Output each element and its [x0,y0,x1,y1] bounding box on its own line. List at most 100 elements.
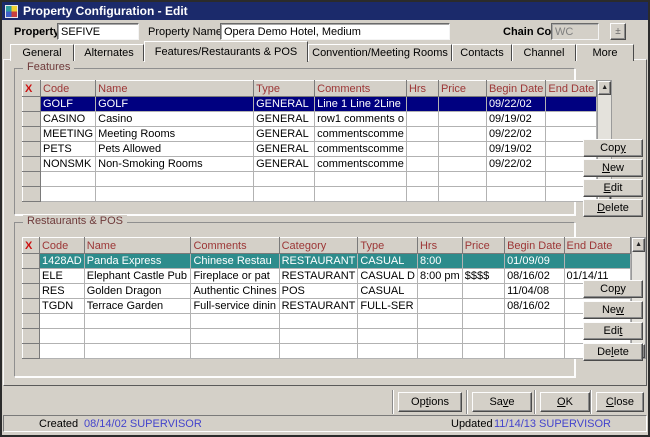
features-copy-button[interactable]: Copy [583,139,643,157]
cell: commentscomme [315,142,407,157]
cell [406,97,438,112]
divider [466,390,468,414]
tab-more[interactable]: More [576,44,634,61]
cell: RES [39,284,84,299]
divider [534,390,536,414]
scroll-up-button[interactable]: ▲ [598,81,611,95]
options-button[interactable]: Options [398,392,462,412]
tab-features-restaurants-pos[interactable]: Features/Restaurants & POS [144,41,308,62]
property-field[interactable] [57,23,139,40]
title-bar: Property Configuration - Edit [2,2,648,20]
features-delete-button[interactable]: Delete [583,199,643,217]
tab-alternates[interactable]: Alternates [74,44,144,61]
cell: row1 comments o [315,112,407,127]
restaurants-delete-button[interactable]: Delete [583,343,643,361]
table-row[interactable]: PETS Pets Allowed GENERAL commentscomme … [23,142,597,157]
column-header-x: X [23,81,41,97]
cell: TGDN [39,299,84,314]
features-header-row: X Code Name Type Comments Hrs Price Begi… [23,81,597,97]
cell [462,254,504,269]
column-header-hrs: Hrs [406,81,438,97]
cell [406,157,438,172]
tab-channel[interactable]: Channel [512,44,576,61]
table-row [23,172,597,187]
features-legend: Features [23,61,74,73]
cell: GENERAL [254,112,315,127]
property-name-field[interactable] [220,23,450,40]
cell [23,284,40,299]
cell [438,127,486,142]
column-header-code: Code [41,81,96,97]
cell: 1428AD [39,254,84,269]
cell [462,284,504,299]
cell: Fireplace or pat [191,269,279,284]
table-row[interactable]: GOLF GOLF GENERAL Line 1 Line 2Line 09/2… [23,97,597,112]
cell [23,112,41,127]
cell: 09/22/02 [486,127,545,142]
column-header-name: Name [96,81,254,97]
column-header-comments: Comments [191,238,279,254]
scroll-up-button[interactable]: ▲ [632,238,645,252]
tab-contacts[interactable]: Contacts [452,44,512,61]
cell [406,127,438,142]
table-row[interactable]: ELE Elephant Castle Pub Fireplace or pat… [23,269,631,284]
cell: 08/16/02 [505,299,564,314]
restaurants-grid: X Code Name Comments Category Type Hrs P… [22,237,646,359]
cell: CASUAL [358,254,418,269]
column-header-end-date: End Date [546,81,597,97]
cell: RESTAURANT [279,254,358,269]
tab-convention-meeting-rooms[interactable]: Convention/Meeting Rooms [308,44,452,61]
restaurants-copy-button[interactable]: Copy [583,280,643,298]
table-row[interactable]: MEETING Meeting Rooms GENERAL commentsco… [23,127,597,142]
tab-strip: General Alternates Features/Restaurants … [10,41,634,61]
cell: CASINO [41,112,96,127]
arrow-up-icon: ▲ [601,84,608,91]
app-icon [5,5,18,18]
column-header-x: X [23,238,40,254]
cell [564,254,631,269]
table-row[interactable]: CASINO Casino GENERAL row1 comments o 09… [23,112,597,127]
restaurants-table: X Code Name Comments Category Type Hrs P… [22,237,631,359]
table-row[interactable]: 1428AD Panda Express Chinese Restau REST… [23,254,631,269]
ok-button[interactable]: OK [540,392,590,412]
window-title: Property Configuration - Edit [23,4,188,18]
column-header-type: Type [254,81,315,97]
cell: GENERAL [254,142,315,157]
cell: Terrace Garden [84,299,191,314]
cell [23,142,41,157]
restaurants-scrollbar[interactable]: ▲ ▼ [631,237,646,359]
cell [23,172,41,187]
tab-general[interactable]: General [10,44,74,61]
restaurants-new-button[interactable]: New [583,301,643,319]
cell [23,187,41,202]
chain-code-field[interactable] [551,23,599,40]
features-edit-button[interactable]: Edit [583,179,643,197]
cell [23,314,40,329]
table-row [23,344,631,359]
table-row[interactable]: TGDN Terrace Garden Full-service dinin R… [23,299,631,314]
updated-label: Updated [451,417,493,431]
created-label: Created [39,417,78,431]
cell: FULL-SER [358,299,418,314]
cell: 09/22/02 [486,157,545,172]
close-button[interactable]: Close [596,392,644,412]
cell: NONSMK [41,157,96,172]
cell [438,97,486,112]
cell [406,142,438,157]
cell [23,269,40,284]
cell: commentscomme [315,157,407,172]
table-row[interactable]: RES Golden Dragon Authentic Chines POS C… [23,284,631,299]
created-value: 08/14/02 SUPERVISOR [84,417,202,431]
features-new-button[interactable]: New [583,159,643,177]
column-header-hrs: Hrs [417,238,462,254]
restaurants-edit-button[interactable]: Edit [583,322,643,340]
cell [406,112,438,127]
cell: 09/22/02 [486,97,545,112]
column-header-category: Category [279,238,358,254]
chain-code-lov-button[interactable]: ± [610,23,626,40]
cell: Elephant Castle Pub [84,269,191,284]
table-row[interactable]: NONSMK Non-Smoking Rooms GENERAL comment… [23,157,597,172]
save-button[interactable]: Save [472,392,532,412]
column-header-begin-date: Begin Date [486,81,545,97]
cell: 8:00 [417,254,462,269]
